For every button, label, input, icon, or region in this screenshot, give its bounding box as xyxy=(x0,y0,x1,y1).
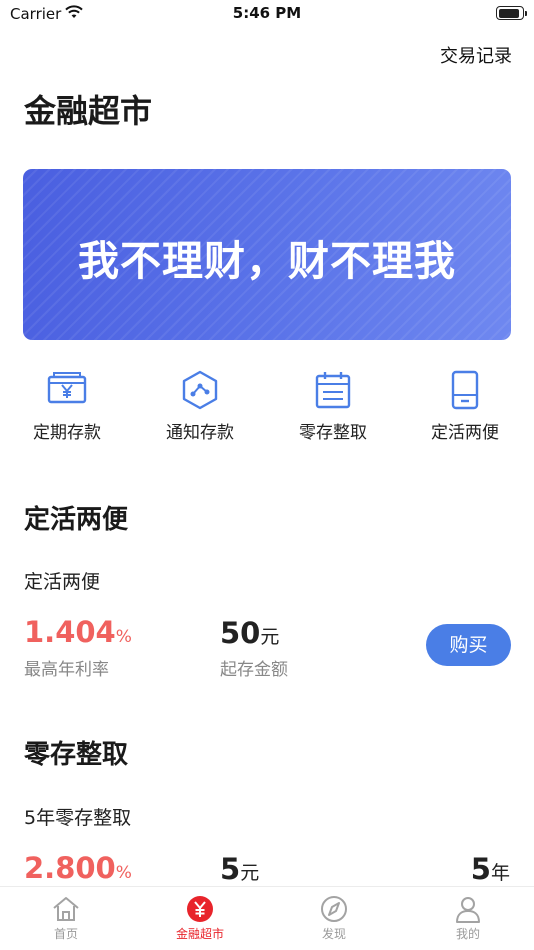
compass-icon xyxy=(284,895,384,923)
hexagon-link-icon xyxy=(140,370,260,410)
product-name: 定活两便 xyxy=(24,571,101,593)
section-title: 零存整取 xyxy=(24,740,129,770)
tab-label: 金融超市 xyxy=(175,927,224,941)
quick-action-label: 定活两便 xyxy=(431,423,499,443)
quick-action-installment-savings[interactable]: 零存整取 xyxy=(273,370,393,443)
phone-card-icon xyxy=(405,370,525,410)
tab-label: 发现 xyxy=(321,927,346,941)
cash-box-icon xyxy=(7,370,127,410)
min-amount: 5元 xyxy=(220,852,260,886)
min-amount: 50元 xyxy=(220,616,280,650)
quick-action-notice-deposit[interactable]: 通知存款 xyxy=(140,370,260,443)
quick-action-flexible-deposit[interactable]: 定活两便 xyxy=(405,370,525,443)
tab-finance-market[interactable]: 金融超市 xyxy=(150,895,250,942)
tab-profile[interactable]: 我的 xyxy=(418,895,518,942)
rate-value: 1.404% xyxy=(24,615,132,649)
tab-label: 我的 xyxy=(455,927,480,941)
calendar-icon xyxy=(273,370,393,410)
section-title: 定活两便 xyxy=(24,505,129,535)
tab-home[interactable]: 首页 xyxy=(16,895,116,942)
tab-discover[interactable]: 发现 xyxy=(284,895,384,942)
banner-slogan: 我不理财，财不理我 xyxy=(78,237,456,285)
tab-label: 首页 xyxy=(53,927,78,941)
term-value: 5年 xyxy=(470,852,510,886)
yen-circle-icon xyxy=(150,895,250,923)
trade-records-link[interactable]: 交易记录 xyxy=(440,42,512,68)
product-name: 5年零存整取 xyxy=(24,807,132,829)
amount-caption: 起存金额 xyxy=(220,660,288,680)
battery-icon xyxy=(496,6,527,20)
rate-caption: 最高年利率 xyxy=(24,660,109,680)
clock: 5:46 PM xyxy=(232,4,302,22)
promo-banner[interactable]: 我不理财，财不理我 xyxy=(23,169,511,340)
quick-action-label: 通知存款 xyxy=(166,423,234,443)
quick-action-label: 零存整取 xyxy=(299,423,367,443)
status-bar: Carrier 5:46 PM xyxy=(0,0,534,28)
quick-action-fixed-deposit[interactable]: 定期存款 xyxy=(7,370,127,443)
quick-action-label: 定期存款 xyxy=(33,423,101,443)
page-title: 金融超市 xyxy=(24,92,153,130)
tab-bar: 首页 金融超市 发现 我的 xyxy=(0,886,534,950)
home-icon xyxy=(16,895,116,923)
buy-button[interactable]: 购买 xyxy=(426,624,511,666)
quick-actions: 定期存款 通知存款 零存整取 定活两便 xyxy=(0,370,534,450)
rate-value: 2.800% xyxy=(24,851,132,885)
person-icon xyxy=(418,895,518,923)
